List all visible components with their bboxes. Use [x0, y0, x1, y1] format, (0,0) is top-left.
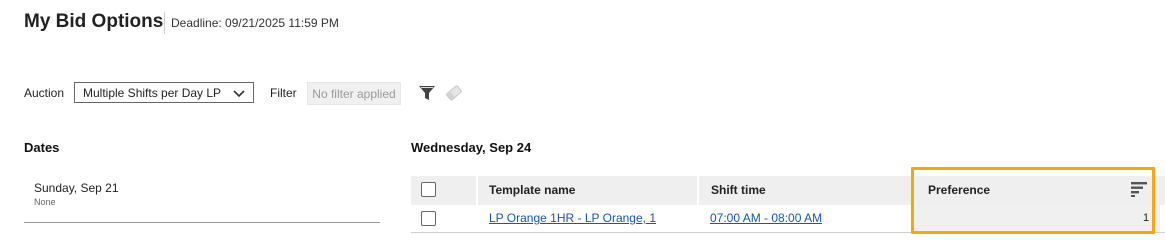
column-divider [912, 176, 914, 205]
chevron-down-icon [233, 90, 245, 98]
auction-label: Auction [24, 86, 65, 100]
date-item-label[interactable]: Sunday, Sep 21 [34, 181, 119, 195]
dates-heading: Dates [24, 140, 60, 155]
column-divider [476, 176, 478, 205]
sort-icon[interactable] [1131, 181, 1147, 197]
shift-time-link[interactable]: 07:00 AM - 08:00 AM [710, 211, 822, 225]
title-divider [164, 12, 165, 34]
column-divider [697, 176, 699, 205]
eraser-icon[interactable] [444, 84, 464, 102]
column-header-template-name[interactable]: Template name [489, 183, 575, 197]
page-title: My Bid Options [24, 11, 164, 32]
preference-cell [914, 205, 1160, 232]
column-header-preference[interactable]: Preference [928, 183, 990, 197]
row-checkbox[interactable] [421, 211, 436, 226]
template-name-link[interactable]: LP Orange 1HR - LP Orange, 1 [489, 211, 656, 225]
date-item-status: None [34, 197, 56, 207]
select-all-checkbox[interactable] [421, 182, 436, 197]
funnel-icon[interactable] [418, 84, 436, 102]
column-header-shift-time[interactable]: Shift time [711, 183, 766, 197]
filter-field-value: No filter applied [312, 86, 396, 101]
deadline-text: Deadline: 09/21/2025 11:59 PM [171, 16, 339, 30]
auction-select[interactable]: Multiple Shifts per Day LP [74, 82, 254, 103]
date-item-divider [24, 222, 380, 223]
preference-value: 1 [1143, 212, 1150, 224]
day-heading: Wednesday, Sep 24 [411, 140, 532, 155]
auction-select-value: Multiple Shifts per Day LP [83, 85, 222, 100]
table-row-divider [411, 232, 1165, 233]
filter-label: Filter [270, 86, 297, 100]
filter-field[interactable]: No filter applied [307, 82, 401, 105]
